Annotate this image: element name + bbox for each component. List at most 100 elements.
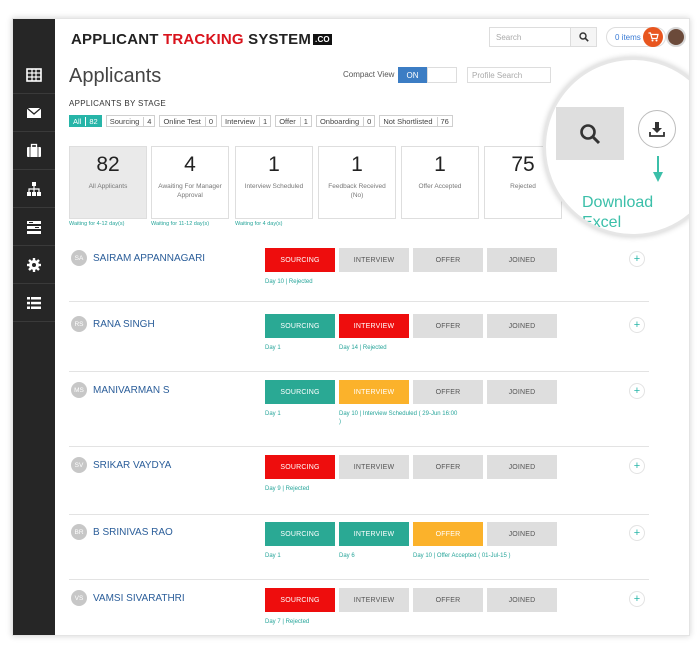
download-excel-button[interactable] [638,110,676,148]
user-avatar[interactable] [666,27,686,47]
add-action-button[interactable]: + [629,591,645,607]
stage-label: Interview [225,116,256,126]
stages-heading: APPLICANTS BY STAGE [69,99,166,108]
candidate-row: RS RANA SINGH SOURCING Day 1 INTERVIEW Day 14… [69,314,649,372]
sidebar-item-settings[interactable] [13,247,55,284]
stage-button-interview[interactable]: INTERVIEW [339,314,409,338]
stage-button-joined[interactable]: JOINED [487,588,557,612]
stage-label: All [73,116,82,126]
candidate-name-link[interactable]: VAMSI SIVARATHRI [93,593,185,604]
stage-button-interview[interactable]: INTERVIEW [339,248,409,272]
candidate-row: MS MANIVARMAN S SOURCING Day 1 INTERVIEW Day … [69,380,649,447]
candidate-name-link[interactable]: B SRINIVAS RAO [93,527,173,538]
stat-card-offer-accepted[interactable]: 1 Offer Accepted [401,146,479,219]
stage-button-offer[interactable]: OFFER [413,522,483,546]
stage-button-interview[interactable]: INTERVIEW [339,380,409,404]
gear-icon [27,258,41,272]
stat-card-interview-scheduled[interactable]: 1 Interview Scheduled [235,146,313,219]
stage-button-sourcing[interactable]: SOURCING [265,314,335,338]
compact-view-toggle-on[interactable]: ON [398,67,427,83]
stage-button-interview[interactable]: INTERVIEW [339,588,409,612]
cart-button[interactable] [643,27,663,47]
magnified-search-button[interactable] [556,107,624,160]
stat-footer: Waiting for 4 day(s) [235,221,283,227]
stat-label: Interview Scheduled [244,183,304,190]
candidate-row: VS VAMSI SIVARATHRI SOURCING Day 7 | Reject… [69,588,649,635]
sidebar-item-mail[interactable] [13,95,55,132]
add-action-button[interactable]: + [629,525,645,541]
add-action-button[interactable]: + [629,383,645,399]
stage-button-sourcing[interactable]: SOURCING [265,380,335,404]
stat-label: Rejected [510,183,536,190]
stage-button-sourcing[interactable]: SOURCING [265,248,335,272]
candidate-name-link[interactable]: RANA SINGH [93,319,155,330]
compact-view-toggle-off[interactable] [427,67,457,83]
stage-button-joined[interactable]: JOINED [487,248,557,272]
search-icon [578,32,589,42]
stage-label: Offer [279,116,296,126]
logo-badge: .CO [313,34,332,45]
stat-value: 1 [268,153,280,176]
stage-button-joined[interactable]: JOINED [487,380,557,404]
stage-filter-offer[interactable]: Offer 1 [275,115,312,127]
candidate-avatar: MS [71,382,87,398]
stat-footer: Waiting for 11-12 day(s) [151,221,210,227]
stage-button-joined[interactable]: JOINED [487,314,557,338]
stat-value: 82 [96,153,120,176]
stage-filter-all[interactable]: All 82 [69,115,102,127]
sidebar-item-reports[interactable] [13,209,55,246]
sidebar-item-list[interactable] [13,285,55,322]
stage-button-offer[interactable]: OFFER [413,314,483,338]
stage-note: Day 10 | Offer Accepted ( 01-Jul-15 ) [413,553,511,559]
sidebar-item-jobs[interactable] [13,133,55,170]
candidate-name-link[interactable]: SAIRAM APPANNAGARI [93,253,205,264]
stage-count: 82 [85,116,98,126]
stage-note: Day 14 | Rejected [339,345,387,351]
stage-button-sourcing[interactable]: SOURCING [265,522,335,546]
stat-value: 1 [351,153,363,176]
stage-filter-not-shortlisted[interactable]: Not Shortlisted 76 [379,115,453,127]
candidate-avatar: VS [71,590,87,606]
stat-card-feedback-received[interactable]: 1 Feedback Received (No) [318,146,396,219]
stage-filter-onboarding[interactable]: Onboarding 0 [315,115,376,127]
stage-count: 1 [259,116,267,126]
stage-count: 4 [143,116,151,126]
app-window: APPLICANT TRACKING SYSTEM .CO Search 0 it… [12,18,690,636]
candidate-name-link[interactable]: SRIKAR VAYDYA [93,460,171,471]
candidate-name-link[interactable]: MANIVARMAN S [93,385,170,396]
stage-count: 0 [363,116,371,126]
stat-value: 1 [434,153,446,176]
stage-button-offer[interactable]: OFFER [413,588,483,612]
sidebar [13,19,55,635]
search-icon [580,123,601,144]
stage-button-interview[interactable]: INTERVIEW [339,455,409,479]
add-action-button[interactable]: + [629,458,645,474]
candidate-avatar: SV [71,457,87,473]
stat-card-awaiting-approval[interactable]: 4 Awaiting For Manager Approval [151,146,229,219]
logo-text-3: SYSTEM [243,31,312,48]
stage-label: Not Shortlisted [383,116,433,126]
add-action-button[interactable]: + [629,251,645,267]
stage-button-joined[interactable]: JOINED [487,522,557,546]
stage-filter-interview[interactable]: Interview 1 [221,115,272,127]
sidebar-item-organization[interactable] [13,171,55,208]
stage-filter-online-test[interactable]: Online Test 0 [159,115,218,127]
app-logo[interactable]: APPLICANT TRACKING SYSTEM .CO [71,31,332,48]
stage-button-offer[interactable]: OFFER [413,380,483,404]
sidebar-item-dashboard[interactable] [13,57,55,94]
profile-search-input[interactable]: Profile Search [467,67,551,83]
stage-filter-sourcing[interactable]: Sourcing 4 [105,115,156,127]
candidate-row: SA SAIRAM APPANNAGARI SOURCING Day 10 | Rej… [69,248,649,302]
stage-button-sourcing[interactable]: SOURCING [265,588,335,612]
stage-button-sourcing[interactable]: SOURCING [265,455,335,479]
header-search-input[interactable]: Search [489,27,571,47]
stat-card-all-applicants[interactable]: 82 All Applicants [69,146,147,219]
briefcase-icon [27,143,41,157]
add-action-button[interactable]: + [629,317,645,333]
stage-button-offer[interactable]: OFFER [413,455,483,479]
stage-button-offer[interactable]: OFFER [413,248,483,272]
header-search-button[interactable] [571,27,597,47]
stage-note: Day 10 | Interview Scheduled ( 29-Jun 16… [339,411,458,425]
stage-button-interview[interactable]: INTERVIEW [339,522,409,546]
stage-button-joined[interactable]: JOINED [487,455,557,479]
